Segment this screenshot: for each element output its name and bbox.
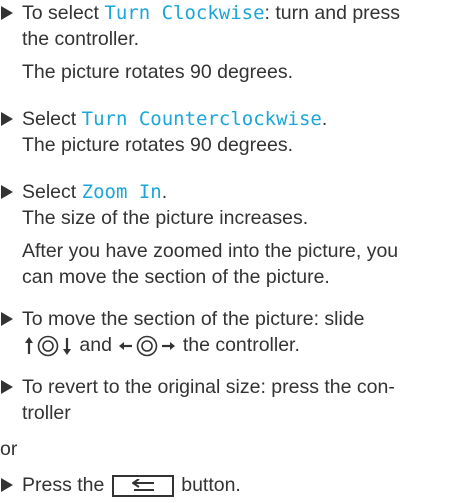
step-text: Select bbox=[22, 108, 82, 130]
step-text: Press the bbox=[22, 474, 105, 496]
step-line: Select Turn Counterclockwise. bbox=[22, 106, 327, 132]
menu-item-turn-counterclockwise: Turn Counterclockwise bbox=[81, 108, 322, 130]
step-text: To move the section of the picture: slid… bbox=[22, 308, 365, 330]
result-text: The picture rotates 90 degrees. bbox=[22, 134, 293, 156]
result-text: The size of the picture increases. bbox=[22, 207, 309, 229]
step-text: Select bbox=[22, 181, 82, 203]
or-separator: or bbox=[0, 438, 18, 460]
step-line: and the controller. bbox=[22, 332, 300, 358]
step-text: . bbox=[161, 181, 168, 203]
controller-slide-up-down-icon bbox=[23, 335, 73, 357]
bullet-arrow-icon bbox=[1, 6, 13, 20]
step-text: : turn and press bbox=[264, 2, 401, 24]
menu-item-zoom-in: Zoom In bbox=[81, 181, 162, 203]
step-text: . bbox=[321, 108, 328, 130]
note-text: After you have zoomed into the picture, … bbox=[22, 240, 399, 262]
step-text: the controller. bbox=[22, 28, 140, 50]
menu-item-turn-clockwise: Turn Clockwise bbox=[104, 2, 265, 24]
bullet-arrow-icon bbox=[1, 112, 13, 126]
step-text: and bbox=[79, 334, 112, 356]
instruction-page: To select Turn Clockwise: turn and press… bbox=[0, 0, 464, 503]
step-line: Select Zoom In. bbox=[22, 179, 167, 205]
bullet-arrow-icon bbox=[1, 478, 13, 492]
step-text: To revert to the original size: press th… bbox=[22, 376, 395, 398]
step-text: button. bbox=[181, 474, 241, 496]
result-text: The picture rotates 90 degrees. bbox=[22, 61, 293, 83]
back-button-icon bbox=[111, 474, 174, 497]
step-text: the controller. bbox=[182, 334, 300, 356]
controller-slide-left-right-icon bbox=[118, 335, 176, 357]
bullet-arrow-icon bbox=[1, 312, 13, 326]
step-text: troller bbox=[22, 402, 71, 424]
bullet-arrow-icon bbox=[1, 380, 13, 394]
step-line: To select Turn Clockwise: turn and press bbox=[22, 0, 400, 26]
step-text: To select bbox=[22, 2, 105, 24]
note-text: can move the section of the picture. bbox=[22, 266, 330, 288]
step-line: Press the button. bbox=[22, 472, 241, 498]
bullet-arrow-icon bbox=[1, 185, 13, 199]
